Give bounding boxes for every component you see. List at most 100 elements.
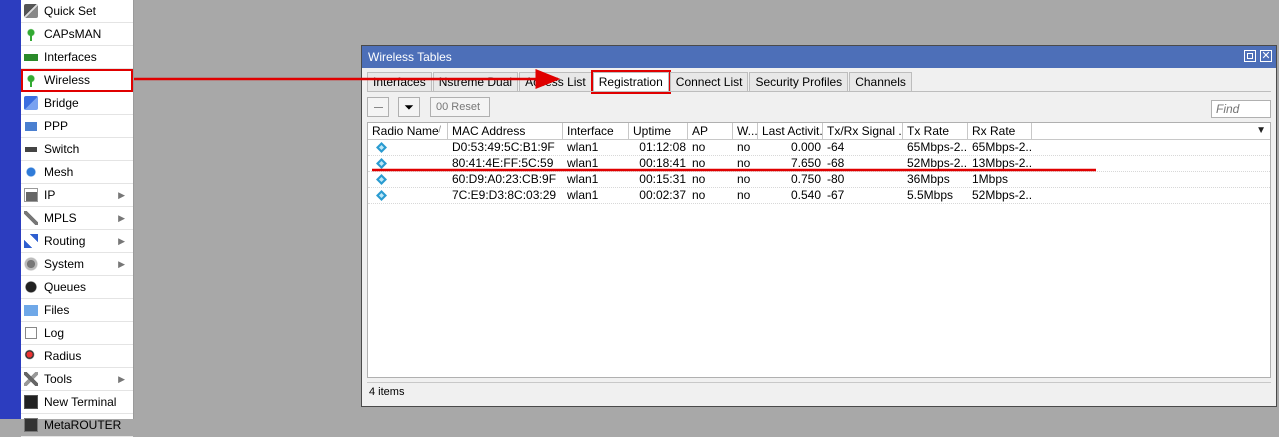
cell-signal: -68 [823,156,903,171]
tab-nstreme-dual[interactable]: Nstreme Dual [432,72,519,91]
cell-radio_name [368,156,448,171]
filter-icon: ⏷ [404,100,414,114]
sidebar-item-label: Mesh [44,165,74,179]
cell-text: wlan1 [567,156,599,170]
cell-tx: 65Mbps-2... [903,140,968,155]
sidebar-item-capsman[interactable]: CAPsMAN [21,23,133,46]
tools-icon [24,372,38,386]
sidebar-item-radius[interactable]: Radius [21,345,133,368]
registration-icon [376,142,387,153]
column-header[interactable]: Rx Rate [968,123,1032,139]
sidebar-item-tools[interactable]: Tools ▶ [21,368,133,391]
sidebar-item-mesh[interactable]: Mesh [21,161,133,184]
column-header[interactable]: Uptime [629,123,688,139]
sidebar-item-label: MetaROUTER [44,418,122,432]
cell-text: no [692,140,706,154]
sidebar-item-files[interactable]: Files [21,299,133,322]
mesh-icon [24,165,38,179]
cell-text: -68 [827,156,845,170]
submenu-arrow-icon: ▶ [118,374,125,384]
sidebar-item-log[interactable]: Log [21,322,133,345]
sidebar-item-label: New Terminal [44,395,117,409]
log-icon [24,326,38,340]
cell-text: 5.5Mbps [907,188,954,202]
sidebar-item-new-terminal[interactable]: New Terminal [21,391,133,414]
sidebar-item-label: Tools [44,372,73,386]
cell-text: 65Mbps-2... [907,140,968,154]
sidebar-item-ip[interactable]: IP ▶ [21,184,133,207]
table-row[interactable]: 80:41:4E:FF:5C:59 wlan1 00:18:41 no no 7.650-… [368,156,1270,172]
table-row[interactable]: D0:53:49:5C:B1:9F wlan1 01:12:08 no no 0.000-… [368,140,1270,156]
table-row[interactable]: 7C:E9:D3:8C:03:29 wlan1 00:02:37 no no 0.540-… [368,188,1270,204]
column-header[interactable]: Tx/Rx Signal ... [823,123,903,139]
cell-signal: -80 [823,172,903,187]
radius-icon [24,349,38,363]
cell-tx: 5.5Mbps [903,188,968,203]
cell-iface: wlan1 [563,188,629,203]
remove-button[interactable] [367,97,389,117]
column-header-label: MAC Address [452,124,526,138]
sidebar-item-label: System [44,257,85,271]
sidebar-item-switch[interactable]: Switch [21,138,133,161]
cell-mac: 80:41:4E:FF:5C:59 [448,156,563,171]
tab-security-profiles[interactable]: Security Profiles [749,72,849,91]
cell-text: 1Mbps [972,172,1009,186]
column-header[interactable]: MAC Address [448,123,563,139]
sidebar-item-interfaces[interactable]: Interfaces [21,46,133,69]
tab-interfaces[interactable]: Interfaces [367,72,432,91]
tab-registration[interactable]: Registration [590,70,671,94]
submenu-arrow-icon: ▶ [118,190,125,200]
cell-text: wlan1 [567,188,599,202]
column-header-label: Last Activit... [762,124,823,138]
sidebar-item-system[interactable]: System ▶ [21,253,133,276]
column-header[interactable]: AP [688,123,733,139]
sidebar-item-quick-set[interactable]: Quick Set [21,0,133,23]
sidebar-item-ppp[interactable]: PPP [21,115,133,138]
wand-icon [24,4,38,18]
window-title: Wireless Tables [368,50,452,64]
maximize-icon[interactable] [1244,50,1256,62]
cell-uptime: 00:02:37 [629,188,688,203]
tab-access-list[interactable]: Access List [519,72,592,91]
cell-radio_name [368,172,448,187]
reset-button[interactable]: 00 Reset [430,97,490,117]
sidebar-item-label: Radius [44,349,82,363]
tab-bar: Interfaces Nstreme Dual Access List Registr… [367,70,913,94]
sidebar-item-bridge[interactable]: Bridge [21,92,133,115]
mpls-icon [24,211,38,225]
column-header[interactable]: Radio Name / [368,123,448,139]
cell-text: no [737,140,751,154]
column-header[interactable]: W... [733,123,758,139]
sidebar-item-wireless[interactable]: Wireless [21,69,133,92]
column-header[interactable]: Tx Rate [903,123,968,139]
sidebar-item-label: Bridge [44,96,79,110]
sidebar-item-mpls[interactable]: MPLS ▶ [21,207,133,230]
capsman-icon [24,27,38,41]
cell-iface: wlan1 [563,140,629,155]
sidebar-item-routing[interactable]: Routing ▶ [21,230,133,253]
close-icon[interactable]: ✕ [1260,50,1272,62]
tab-channels[interactable]: Channels [849,72,912,91]
sidebar-item-label: MPLS [44,211,77,225]
find-input[interactable] [1211,100,1271,118]
registration-table: Radio Name / MAC Address Interface Uptime AP W… [367,122,1271,378]
sidebar-item-label: CAPsMAN [44,27,102,41]
bridge-icon [24,96,38,110]
column-header[interactable]: Last Activit... [758,123,823,139]
window-titlebar[interactable]: Wireless Tables ✕ [362,46,1276,68]
sidebar-item-queues[interactable]: Queues [21,276,133,299]
cell-uptime: 01:12:08 [629,140,688,155]
cell-radio_name [368,188,448,203]
tab-divider [367,91,1271,92]
sidebar-item-metarouter[interactable]: MetaROUTER [21,414,133,437]
cell-text: 60:D9:A0:23:CB:9F [452,172,557,186]
table-row[interactable]: 60:D9:A0:23:CB:9F wlan1 00:15:31 no no 0.750-… [368,172,1270,188]
column-header-label: Tx/Rx Signal ... [827,124,903,138]
tab-connect-list[interactable]: Connect List [669,72,749,91]
column-menu-icon[interactable]: ▼ [1256,125,1266,136]
cell-ap: no [688,188,733,203]
cell-text: no [737,188,751,202]
filter-button[interactable]: ⏷ [398,97,420,117]
cell-iface: wlan1 [563,172,629,187]
column-header[interactable]: Interface [563,123,629,139]
